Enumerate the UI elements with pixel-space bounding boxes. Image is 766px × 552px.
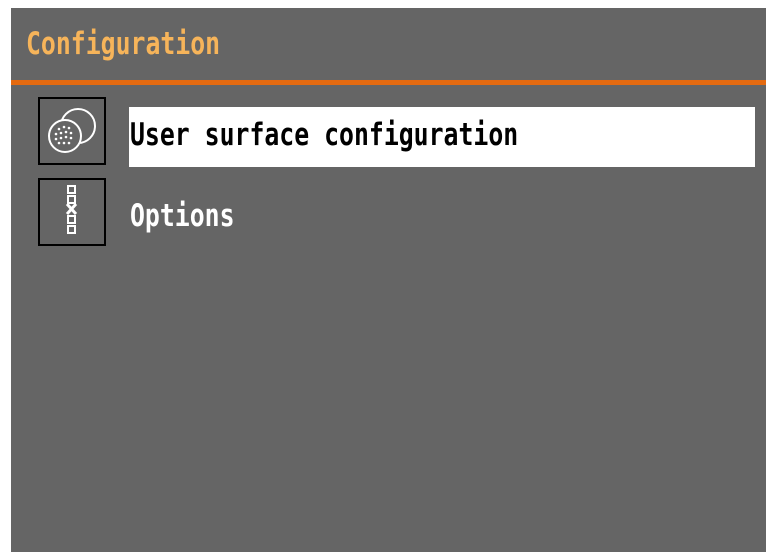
page-title: Configuration	[26, 26, 221, 62]
menu-item-label: User surface configuration	[129, 107, 755, 167]
user-surface-icon	[38, 97, 106, 165]
options-icon	[38, 178, 106, 246]
menu-item-label: Options	[130, 198, 235, 234]
menu-item-user-surface-configuration[interactable]: User surface configuration	[38, 97, 755, 167]
title-divider	[11, 80, 766, 85]
configuration-screen: Configuration User surface configuration	[11, 8, 766, 552]
menu-item-options[interactable]: Options	[38, 178, 754, 248]
